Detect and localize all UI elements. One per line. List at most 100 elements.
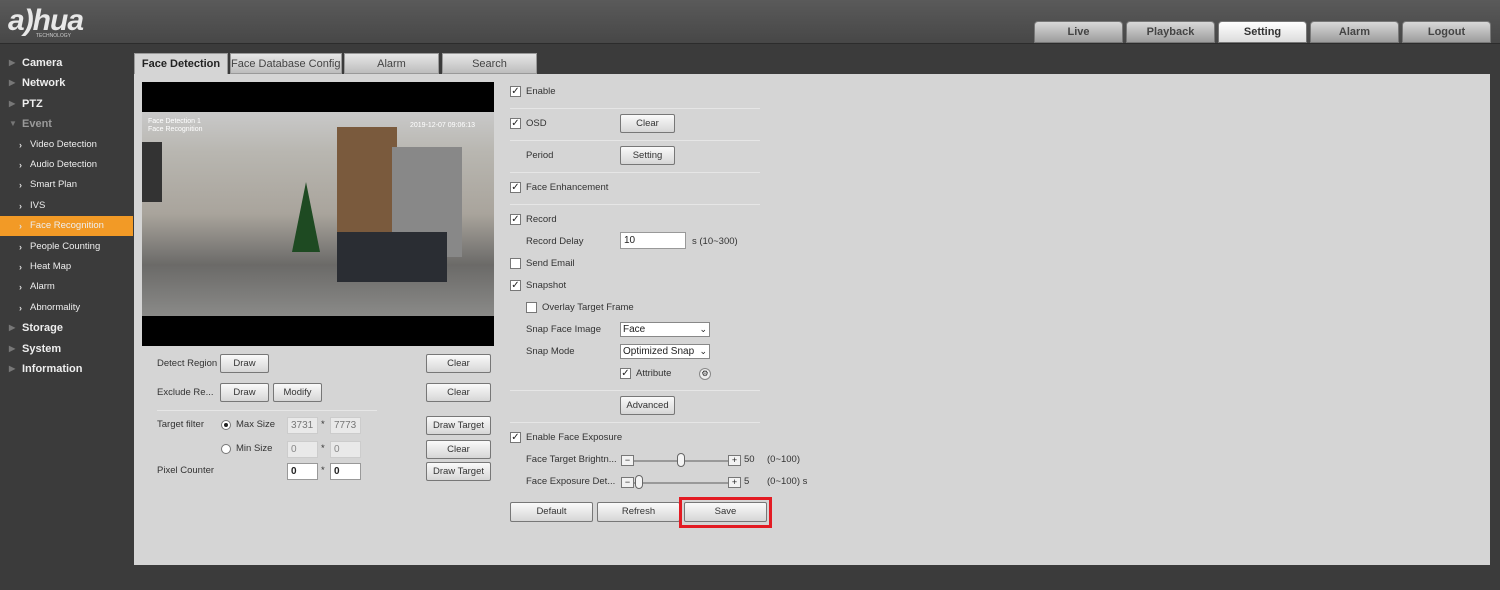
sidebar-item-event[interactable]: ▼ Event <box>0 114 133 134</box>
sidebar-item-label: Smart Plan <box>30 179 77 191</box>
divider <box>510 140 760 141</box>
enable-face-exposure-checkbox[interactable]: ✓ <box>510 432 521 443</box>
brightness-range: (0~100) <box>767 454 801 465</box>
save-button[interactable]: Save <box>684 502 767 522</box>
sidebar-item-video-detection[interactable]: › Video Detection <box>0 135 133 155</box>
max-height-input[interactable]: 7773 <box>330 417 361 434</box>
record-delay-input[interactable]: 10 <box>620 232 686 249</box>
sidebar-item-system[interactable]: ▶ System <box>0 339 133 359</box>
sidebar-item-label: Information <box>22 363 83 375</box>
face-enhancement-checkbox[interactable]: ✓ <box>510 182 521 193</box>
default-button[interactable]: Default <box>510 502 593 522</box>
plus-icon[interactable]: + <box>728 455 741 466</box>
tab-face-database-config[interactable]: Face Database Config <box>230 53 342 74</box>
enable-checkbox[interactable]: ✓ <box>510 86 521 97</box>
nav-playback[interactable]: Playback <box>1126 21 1215 43</box>
sidebar-item-label: Face Recognition <box>30 220 104 232</box>
overlay-target-frame-checkbox[interactable] <box>526 302 537 313</box>
exposure-delay-slider-thumb[interactable] <box>634 475 643 489</box>
tab-search[interactable]: Search <box>442 53 537 74</box>
sidebar-item-camera[interactable]: ▶ Camera <box>0 53 133 73</box>
snap-mode-select[interactable]: Optimized Snap ⌄ <box>620 344 710 359</box>
min-clear-button[interactable]: Clear <box>426 440 491 459</box>
enable-label: Enable <box>526 86 556 97</box>
tab-alarm[interactable]: Alarm <box>344 53 439 74</box>
sidebar-item-label: Camera <box>22 57 63 69</box>
enable-face-exposure-label: Enable Face Exposure <box>526 432 623 443</box>
min-width-input[interactable]: 0 <box>287 441 318 458</box>
sidebar-item-heat-map[interactable]: › Heat Map <box>0 257 133 277</box>
exclude-clear-button[interactable]: Clear <box>426 383 491 402</box>
gear-icon[interactable]: ⚙ <box>699 368 711 380</box>
exposure-delay-slider-track[interactable] <box>634 482 728 484</box>
max-size-radio[interactable] <box>221 420 231 430</box>
record-delay-label: Record Delay <box>526 236 584 247</box>
sidebar-item-information[interactable]: ▶ Information <box>0 359 133 379</box>
chevron-right-icon: › <box>19 302 22 313</box>
snapshot-checkbox[interactable]: ✓ <box>510 280 521 291</box>
refresh-button[interactable]: Refresh <box>597 502 680 522</box>
send-email-checkbox[interactable] <box>510 258 521 269</box>
osd-checkbox[interactable]: ✓ <box>510 118 521 129</box>
sidebar-item-network[interactable]: ▶ Network <box>0 73 133 93</box>
snap-face-image-select[interactable]: Face ⌄ <box>620 322 710 337</box>
brightness-slider-thumb[interactable] <box>677 453 685 467</box>
chevron-right-icon: › <box>19 160 22 170</box>
face-target-brightness-label: Face Target Brightn... <box>526 454 617 465</box>
selected-value: Face <box>623 324 646 335</box>
sidebar-item-people-counting[interactable]: › People Counting <box>0 237 133 257</box>
chevron-down-icon: ⌄ <box>699 324 707 334</box>
sidebar-item-label: Event <box>22 118 52 131</box>
advanced-button[interactable]: Advanced <box>620 396 675 415</box>
record-checkbox[interactable]: ✓ <box>510 214 521 225</box>
exclude-modify-button[interactable]: Modify <box>273 383 322 402</box>
snapshot-label: Snapshot <box>526 280 567 291</box>
sidebar-item-ivs[interactable]: › IVS <box>0 196 133 216</box>
chevron-right-icon: › <box>19 241 22 252</box>
max-width-input[interactable]: 3731 <box>287 417 318 434</box>
tab-face-detection[interactable]: Face Detection <box>134 53 228 74</box>
pixel-counter-label: Pixel Counter <box>157 465 215 476</box>
snap-mode-label: Snap Mode <box>526 346 575 357</box>
minus-icon[interactable]: − <box>621 455 634 466</box>
sidebar-item-smart-plan[interactable]: › Smart Plan <box>0 175 133 195</box>
nav-setting[interactable]: Setting <box>1218 21 1307 43</box>
triangle-right-icon: ▶ <box>9 98 16 108</box>
min-height-input[interactable]: 0 <box>330 441 361 458</box>
max-size-label: Max Size <box>236 419 276 430</box>
sidebar-item-abnormality[interactable]: › Abnormality <box>0 298 133 318</box>
nav-live[interactable]: Live <box>1034 21 1123 43</box>
sidebar-item-alarm[interactable]: › Alarm <box>0 277 133 297</box>
exposure-delay-range: (0~100) s <box>767 476 808 487</box>
pixel-draw-target-button[interactable]: Draw Target <box>426 462 491 481</box>
osd-clear-button[interactable]: Clear <box>620 114 675 133</box>
pixel-width-input[interactable]: 0 <box>287 463 318 480</box>
detect-draw-button[interactable]: Draw <box>220 354 269 373</box>
sidebar-item-ptz[interactable]: ▶ PTZ <box>0 94 133 114</box>
times-sign: * <box>321 465 325 476</box>
chevron-right-icon: › <box>19 262 22 272</box>
nav-logout[interactable]: Logout <box>1402 21 1491 43</box>
divider <box>510 108 760 109</box>
times-sign: * <box>321 443 325 454</box>
chevron-right-icon: › <box>19 200 22 211</box>
sidebar-item-audio-detection[interactable]: › Audio Detection <box>0 155 133 175</box>
nav-alarm[interactable]: Alarm <box>1310 21 1399 43</box>
video-preview[interactable]: Face Detection 1 Face Recognition 2019-1… <box>142 82 494 346</box>
face-enhancement-label: Face Enhancement <box>526 182 609 193</box>
record-delay-unit: s (10~300) <box>692 236 738 247</box>
pixel-height-input[interactable]: 0 <box>330 463 361 480</box>
osd-time-text: 2019-12-07 09:06:13 <box>410 122 475 129</box>
minus-icon[interactable]: − <box>621 477 634 488</box>
detect-clear-button[interactable]: Clear <box>426 354 491 373</box>
period-setting-button[interactable]: Setting <box>620 146 675 165</box>
chevron-right-icon: › <box>19 139 22 150</box>
sidebar-item-label: Storage <box>22 322 63 335</box>
plus-icon[interactable]: + <box>728 477 741 488</box>
draw-target-button[interactable]: Draw Target <box>426 416 491 435</box>
attribute-checkbox[interactable]: ✓ <box>620 368 631 379</box>
min-size-radio[interactable] <box>221 444 231 454</box>
sidebar-item-storage[interactable]: ▶ Storage <box>0 318 133 338</box>
sidebar-item-face-recognition[interactable]: › Face Recognition <box>0 216 133 237</box>
exclude-draw-button[interactable]: Draw <box>220 383 269 402</box>
